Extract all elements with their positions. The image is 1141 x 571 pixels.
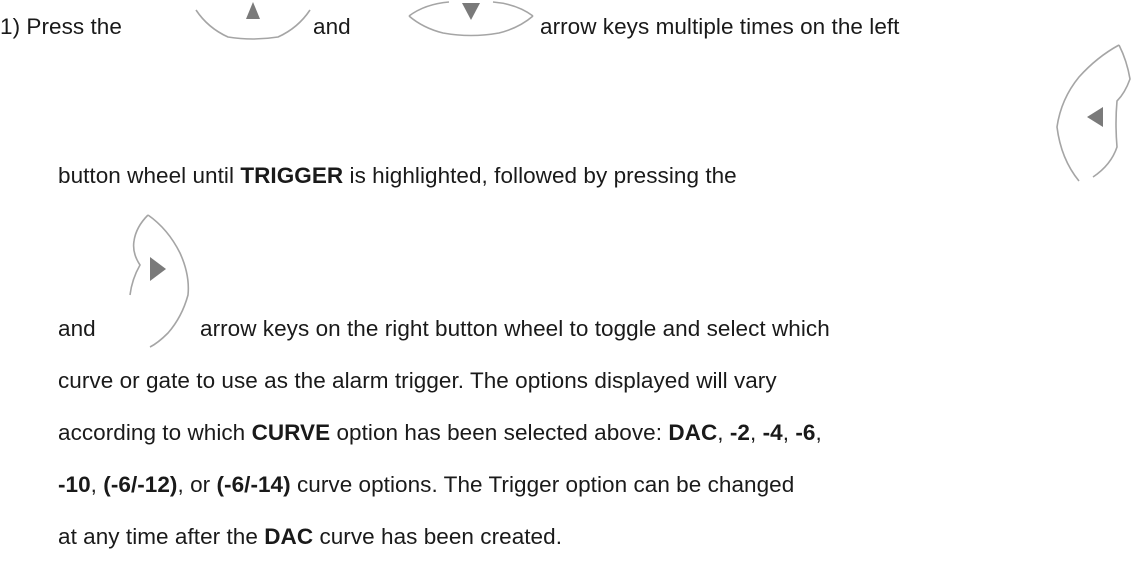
left-arrow-key-icon (1056, 44, 1131, 182)
neg10-term: -10 (58, 472, 91, 497)
right-arrow-key-icon (129, 214, 190, 348)
step-line-4: curve or gate to use as the alarm trigge… (58, 368, 777, 393)
neg6-term: -6 (795, 420, 816, 445)
step-line-1: 1) Press the (0, 14, 122, 40)
step-line-5: according to which CURVE option has been… (58, 420, 822, 445)
instruction-page: 1) Press the and arrow keys multiple tim… (0, 0, 1141, 571)
neg6-14-term: (-6/-14) (216, 472, 291, 497)
step-line-3: arrow keys on the right button wheel to … (200, 316, 830, 341)
step-line-3-and: and (58, 316, 96, 341)
down-arrow-key-icon (408, 1, 534, 37)
step-text-press-the: Press the (26, 14, 122, 39)
step-text-arrow-keys-left: arrow keys multiple times on the left (540, 14, 900, 39)
step-line-2: button wheel until TRIGGER is highlighte… (58, 163, 737, 188)
step-number: 1) (0, 14, 21, 39)
trigger-term: TRIGGER (240, 163, 344, 188)
dac-term-2: DAC (264, 524, 314, 549)
neg2-term: -2 (729, 420, 750, 445)
step-line-6: -10, (-6/-12), or (-6/-14) curve options… (58, 472, 795, 497)
up-arrow-key-icon (195, 2, 311, 40)
neg4-term: -4 (762, 420, 783, 445)
step-line-7: at any time after the DAC curve has been… (58, 524, 562, 549)
step-text-and-1: and (313, 14, 351, 39)
curve-term: CURVE (251, 420, 331, 445)
neg6-12-term: (-6/-12) (103, 472, 178, 497)
dac-term: DAC (668, 420, 718, 445)
